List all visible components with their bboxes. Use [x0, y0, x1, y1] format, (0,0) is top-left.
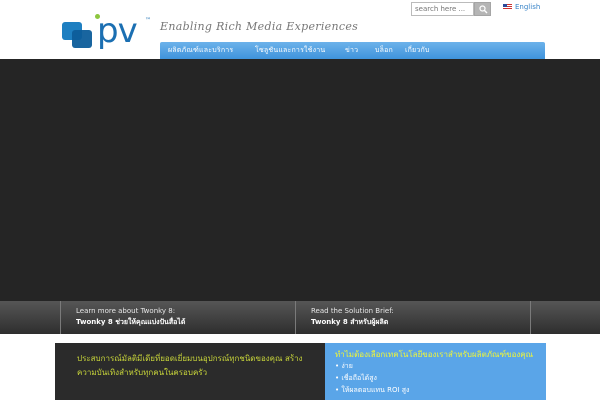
nav-item-news[interactable]: ข่าว	[345, 45, 358, 56]
main-nav: ผลิตภัณฑ์และบริการ โซลูชันและการใช้งาน ข…	[160, 42, 545, 59]
us-flag-icon	[503, 4, 512, 10]
search-button[interactable]	[474, 2, 491, 16]
promo-link-solution-brief[interactable]: Read the Solution Brief: Twonky 8 สำหรับ…	[311, 306, 394, 328]
list-item: ง่าย	[335, 360, 409, 372]
tagline: Enabling Rich Media Experiences	[160, 20, 359, 33]
list-item: เชื่อถือได้สูง	[335, 372, 409, 384]
logo-text: pv	[97, 11, 138, 51]
promo-divider	[530, 301, 531, 334]
nav-item-solutions[interactable]: โซลูชันและการใช้งาน	[255, 45, 325, 56]
why-choose-panel: ทำไมต้องเลือกเทคโนโลยีของเราสำหรับผลิตภั…	[325, 343, 546, 400]
language-label: English	[515, 3, 541, 11]
promo-link-twonky[interactable]: Learn more about Twonky 8: Twonky 8 ช่วย…	[76, 306, 185, 328]
promo-right-line2: Twonky 8 สำหรับผู้ผลิต	[311, 318, 389, 326]
search-box	[411, 2, 491, 16]
promo-divider	[295, 301, 296, 334]
hero-video-area[interactable]	[0, 59, 600, 301]
promo-divider	[60, 301, 61, 334]
logo-square-dark	[72, 30, 92, 48]
nav-item-products[interactable]: ผลิตภัณฑ์และบริการ	[168, 45, 233, 56]
promo-right-line1: Read the Solution Brief:	[311, 307, 394, 315]
promo-bar: Learn more about Twonky 8: Twonky 8 ช่วย…	[0, 301, 600, 334]
why-choose-list: ง่าย เชื่อถือได้สูง ให้ผลตอบแทน ROI สูง	[335, 360, 409, 396]
list-item: ให้ผลตอบแทน ROI สูง	[335, 384, 409, 396]
page: pv ™ Enabling Rich Media Experiences Eng…	[0, 0, 600, 400]
promo-left-line2: Twonky 8 ช่วยให้คุณแบ่งปันสื่อได้	[76, 318, 186, 326]
search-input[interactable]	[411, 2, 474, 16]
language-selector[interactable]: English	[503, 3, 540, 11]
logo-trademark: ™	[145, 17, 151, 24]
intro-panel: ประสบการณ์มัลติมีเดียที่ยอดเยี่ยมบนอุปกร…	[55, 343, 325, 400]
promo-left-line1: Learn more about Twonky 8:	[76, 307, 176, 315]
pv-logo[interactable]: pv ™	[60, 8, 155, 51]
search-icon	[479, 5, 488, 14]
intro-text: ประสบการณ์มัลติมีเดียที่ยอดเยี่ยมบนอุปกร…	[77, 354, 303, 377]
nav-item-blog[interactable]: บล็อก	[375, 45, 393, 56]
nav-item-about[interactable]: เกี่ยวกับ	[405, 45, 430, 56]
